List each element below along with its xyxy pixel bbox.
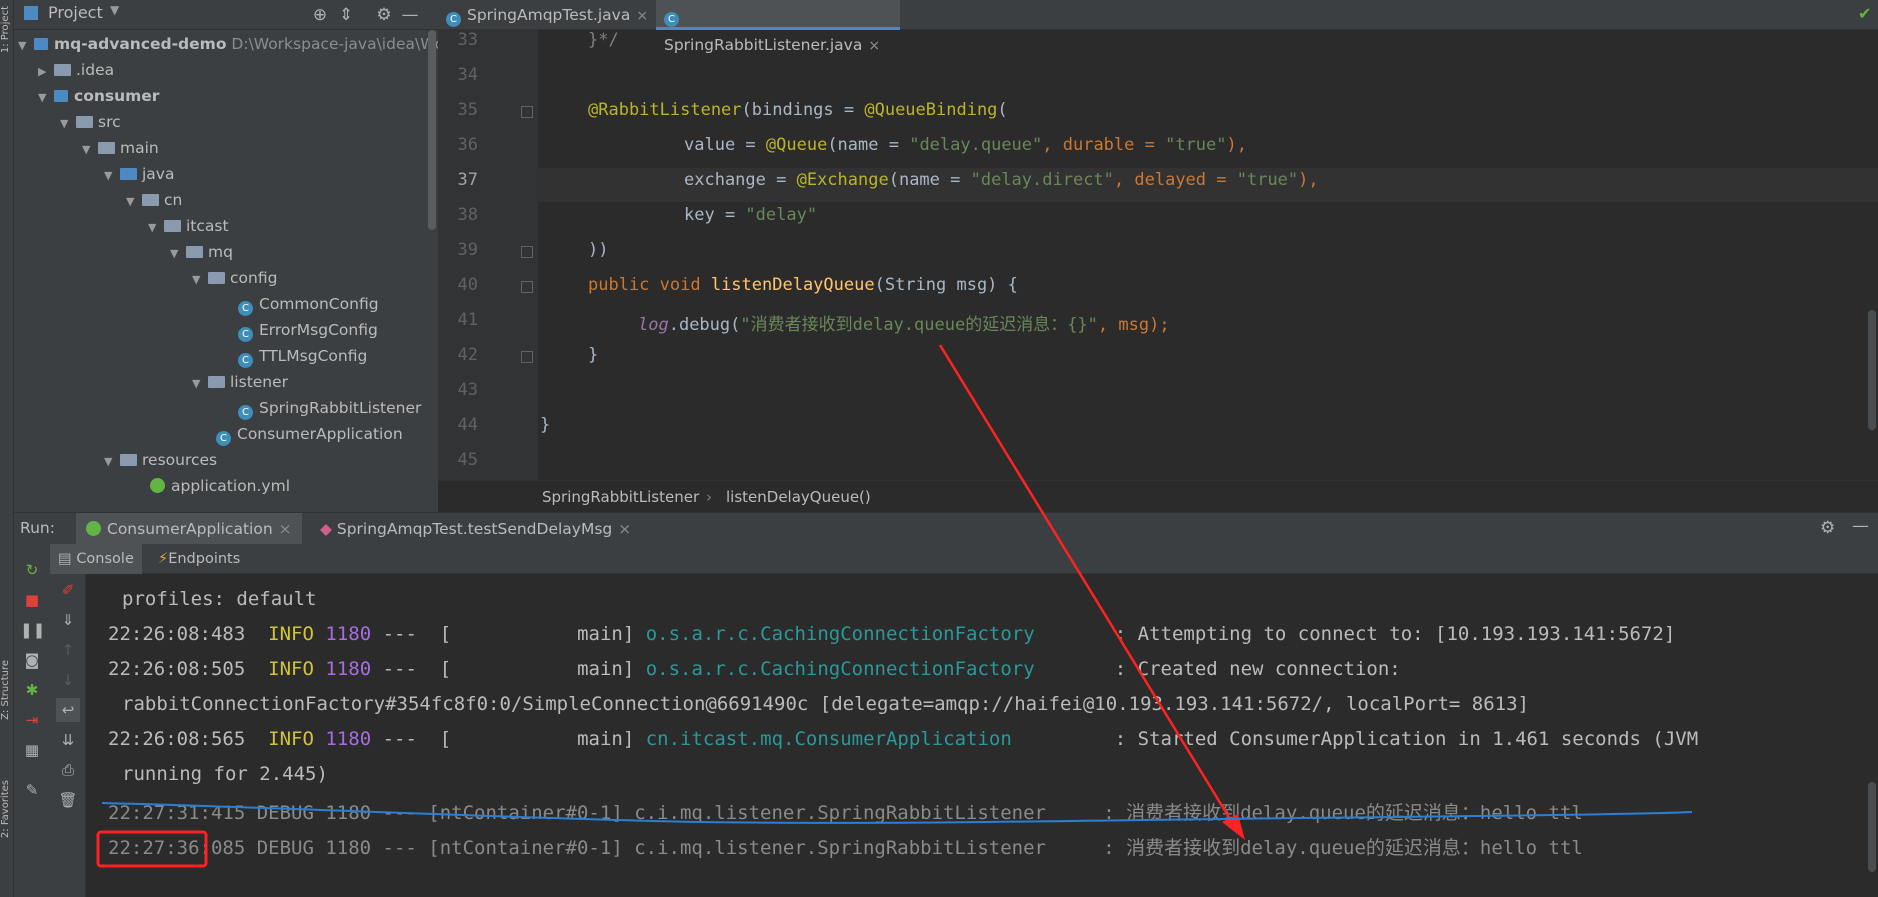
annotation-arrow-line bbox=[938, 344, 1240, 833]
annotation-highlight-box bbox=[96, 830, 208, 868]
annotation-underline bbox=[101, 802, 1693, 824]
annotation-overlay bbox=[96, 344, 1693, 868]
